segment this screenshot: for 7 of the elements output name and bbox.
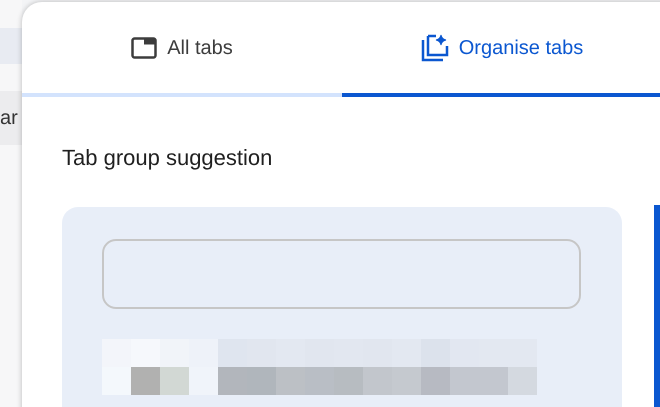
window-icon: [131, 36, 158, 58]
sparkle-tabs-icon: [420, 34, 449, 62]
tab[interactable]: Organise tabs: [342, 2, 660, 97]
section-heading: Tab group suggestion: [62, 144, 274, 172]
tab[interactable]: All tabs: [22, 2, 342, 97]
group-name-field[interactable]: [102, 239, 581, 309]
background-page-text: ar: [0, 91, 22, 145]
